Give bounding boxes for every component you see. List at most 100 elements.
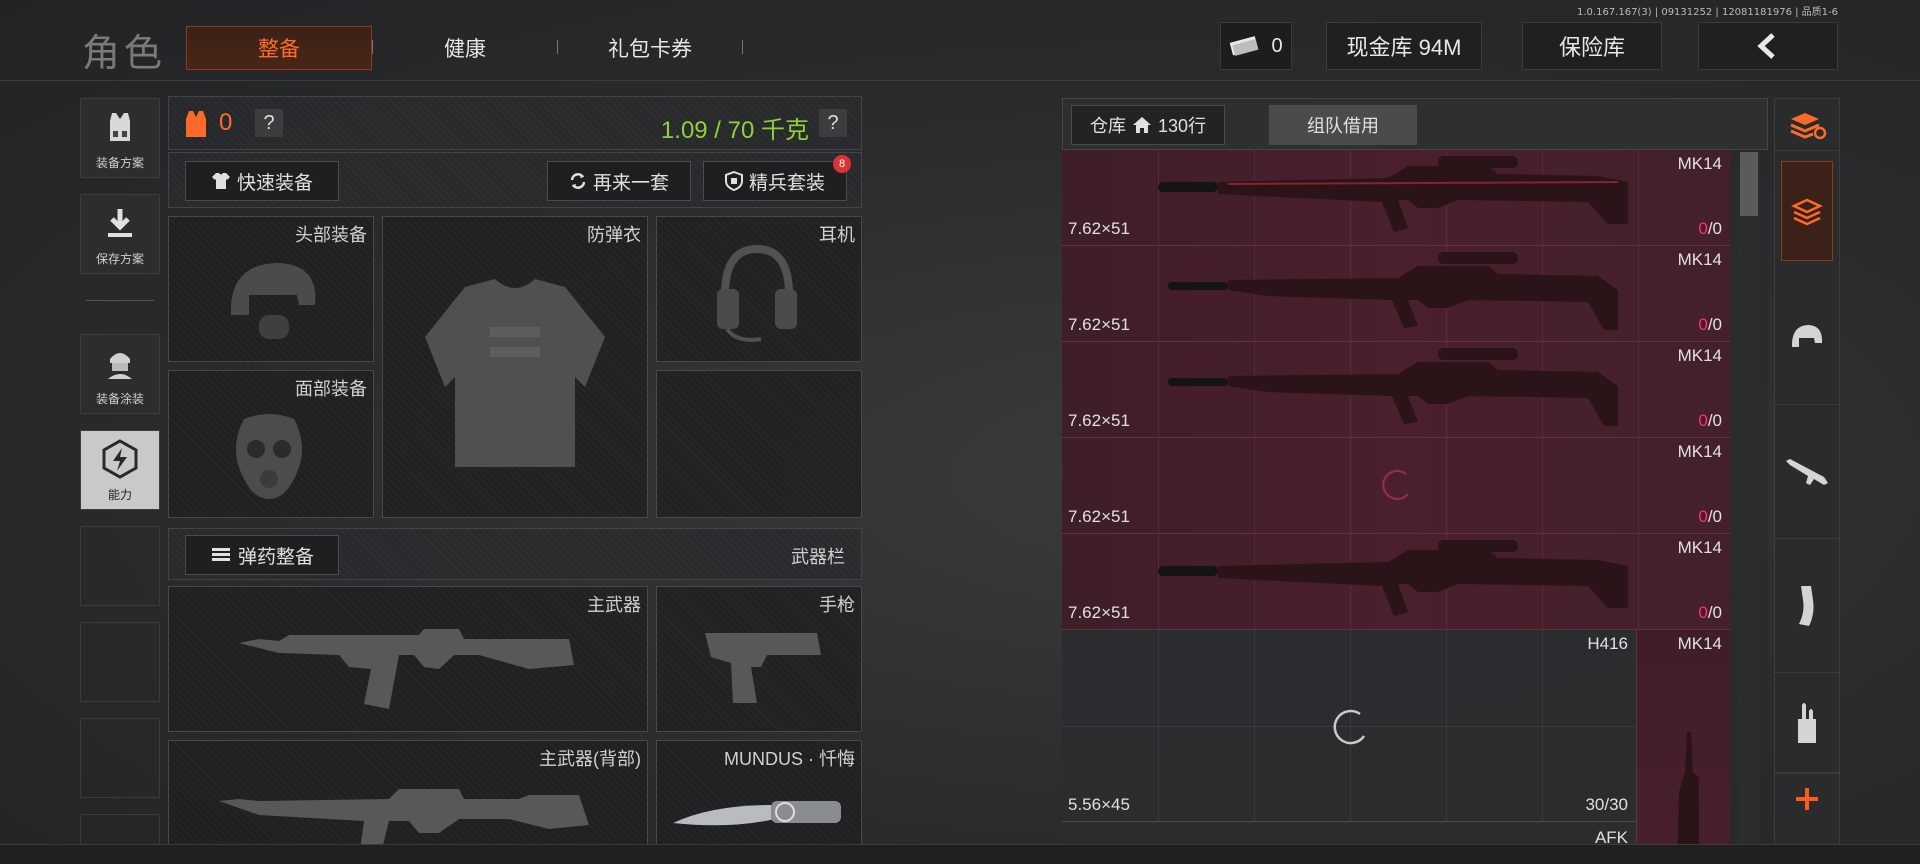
headset-icon	[717, 244, 797, 342]
slot-face[interactable]: 面部装备	[168, 370, 374, 518]
slot-primary-weapon[interactable]: 主武器	[168, 586, 648, 732]
item-ammo-count: 0/0	[1698, 411, 1722, 430]
vest-icon	[100, 99, 140, 154]
sidebar-item-save-plan[interactable]: 保存方案	[80, 194, 160, 274]
tab-health[interactable]: 健康	[400, 26, 530, 70]
warehouse-item-mk14[interactable]: MK14 7.62×51 0/0	[1062, 150, 1730, 246]
category-sidebar	[1774, 98, 1840, 864]
shirt-icon	[211, 173, 230, 189]
tab-divider	[557, 40, 558, 54]
item-caliber: 7.62×51	[1068, 219, 1130, 238]
category-ammo[interactable]	[1775, 673, 1839, 773]
category-magazine[interactable]	[1775, 539, 1839, 673]
add-category-button[interactable]	[1775, 773, 1839, 823]
armor-vest-icon	[183, 109, 209, 144]
item-caliber: 7.62×51	[1068, 507, 1130, 526]
ammo-prep-label: 弹药整备	[237, 546, 314, 568]
cash-note-icon	[1229, 36, 1261, 56]
slot-empty[interactable]	[656, 370, 862, 518]
sidebar-divider	[86, 300, 154, 301]
rifle-icon	[1786, 458, 1828, 485]
tab-gift-coupons[interactable]: 礼包卡券	[580, 26, 720, 70]
elite-set-button[interactable]: 精兵套装	[703, 161, 847, 201]
sniper-rifle-icon	[1168, 252, 1618, 330]
currency-display[interactable]: 0	[1220, 22, 1292, 70]
warehouse-item-mk14[interactable]: MK14 7.62×51 0/0	[1062, 534, 1730, 630]
sidebar-item-label: 保存方案	[95, 252, 144, 266]
item-name: MK14	[1677, 538, 1722, 557]
loading-spinner-icon	[1333, 709, 1366, 745]
slot-primary-back[interactable]: 主武器(背部)	[168, 740, 648, 861]
body-armor-icon	[425, 279, 605, 467]
weapon-bar-header: 弹药整备 武器栏	[168, 528, 862, 580]
ammo-prep-button[interactable]: 弹药整备	[185, 535, 339, 575]
sidebar-item-ability[interactable]: 能力	[80, 430, 160, 510]
refresh-icon	[570, 173, 586, 189]
item-ammo-count: 30/30	[1585, 795, 1628, 814]
item-caliber: 5.56×45	[1068, 795, 1130, 814]
magazine-icon	[1799, 585, 1814, 626]
slot-label: 主武器	[587, 595, 641, 615]
elite-set-label: 精兵套装	[748, 172, 825, 194]
sidebar-item-label: 能力	[107, 488, 132, 502]
slot-earphone[interactable]: 耳机	[656, 216, 862, 362]
slot-body-armor[interactable]: 防弹衣	[382, 216, 648, 518]
download-icon	[102, 195, 138, 250]
item-ammo-count: 0/0	[1698, 507, 1722, 526]
again-button[interactable]: 再来一套	[547, 161, 691, 201]
sort-button[interactable]	[1775, 99, 1839, 151]
item-name: H416	[1587, 634, 1628, 653]
weapon-bar-label: 武器栏	[791, 547, 845, 567]
warehouse-scrollbar[interactable]	[1738, 152, 1760, 860]
cash-vault-button[interactable]: 现金库 94M	[1326, 22, 1482, 70]
tab-equip[interactable]: 整备	[186, 26, 372, 70]
page-title: 角色	[82, 33, 167, 75]
pistol-icon	[705, 633, 821, 703]
elite-badge: 8	[833, 155, 851, 173]
quick-equip-button[interactable]: 快速装备	[185, 161, 339, 201]
team-borrow-tab[interactable]: 组队借用	[1269, 105, 1417, 145]
item-ammo-count: 0/0	[1698, 219, 1722, 238]
scrollbar-thumb[interactable]	[1740, 152, 1758, 216]
back-button[interactable]	[1698, 22, 1838, 70]
plus-icon	[1796, 787, 1818, 810]
item-name: MK14	[1677, 346, 1722, 365]
warehouse-item-mk14[interactable]: MK14 7.62×51 0/0	[1062, 438, 1730, 534]
slot-melee[interactable]: MUNDUS · 忏悔	[656, 740, 862, 860]
sidebar-empty-slot	[80, 526, 160, 606]
safe-button[interactable]: 保险库	[1522, 22, 1662, 70]
ammo-icon	[211, 548, 230, 561]
sniper-rifle-icon	[1168, 348, 1618, 426]
warehouse-item-mk14[interactable]: MK14 7.62×51 0/0	[1062, 342, 1730, 438]
armor-count: 0	[219, 109, 233, 136]
bullet-icon	[1798, 702, 1816, 743]
slot-pistol[interactable]: 手枪	[656, 586, 862, 732]
category-rifle[interactable]	[1775, 405, 1839, 539]
category-helmet[interactable]	[1775, 271, 1839, 405]
warehouse-tab[interactable]: 仓库 130行	[1071, 105, 1225, 145]
sidebar-item-loadout-plan[interactable]: 装备方案	[80, 98, 160, 178]
item-ammo-count: 0/0	[1698, 603, 1722, 622]
warehouse-item-h416[interactable]: H416 5.56×45 30/30	[1062, 630, 1636, 822]
gas-mask-icon	[236, 414, 302, 499]
item-name: MK14	[1677, 634, 1722, 653]
slot-head[interactable]: 头部装备	[168, 216, 374, 362]
quick-action-bar: 快速装备 再来一套 精兵套装 8	[168, 152, 862, 208]
helmet-icon	[231, 263, 316, 339]
warehouse-item-mk14-vertical[interactable]: MK14	[1636, 630, 1730, 864]
rifle-ak-icon	[239, 629, 574, 709]
item-caliber: 7.62×51	[1068, 315, 1130, 334]
warehouse-item-mk14[interactable]: MK14 7.62×51 0/0	[1062, 246, 1730, 342]
weight-help-icon[interactable]: ?	[819, 109, 847, 137]
slot-label: 主武器(背部)	[539, 749, 641, 769]
helmet-icon	[1792, 324, 1823, 347]
sidebar-empty-slot	[80, 718, 160, 798]
stack-sort-icon	[1790, 112, 1827, 139]
category-all[interactable]	[1781, 161, 1833, 261]
loading-spinner-icon	[1382, 469, 1409, 500]
sidebar-empty-slot	[80, 622, 160, 702]
armor-help-icon[interactable]: ?	[255, 109, 283, 137]
sidebar-item-skin[interactable]: 装备涂装	[80, 334, 160, 414]
shield-icon	[724, 171, 743, 191]
slot-label: MUNDUS · 忏悔	[724, 749, 855, 769]
